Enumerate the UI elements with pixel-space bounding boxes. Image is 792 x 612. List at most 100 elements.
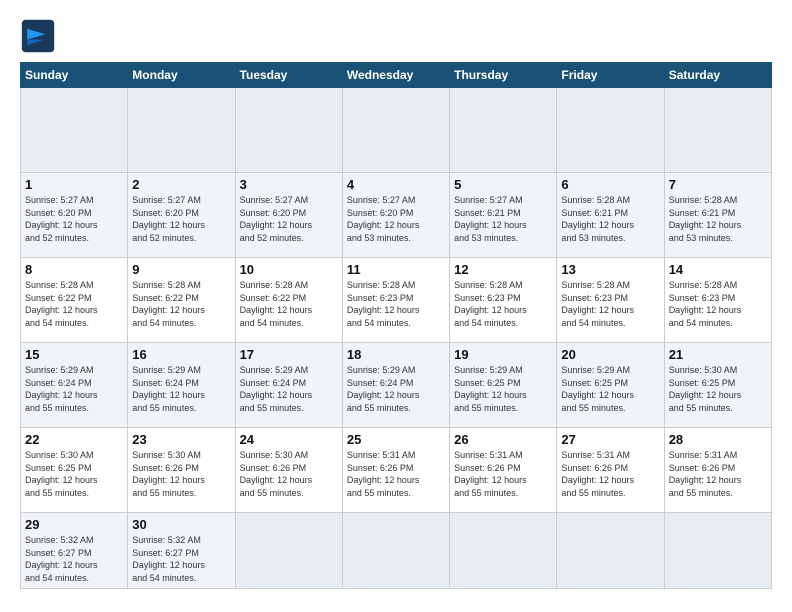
header [20,18,772,54]
day-number: 1 [25,177,123,192]
day-info: Sunrise: 5:28 AM Sunset: 6:22 PM Dayligh… [240,279,338,329]
calendar-week-row [21,88,772,173]
empty-cell [128,88,235,173]
calendar-day-cell: 10Sunrise: 5:28 AM Sunset: 6:22 PM Dayli… [235,258,342,343]
day-info: Sunrise: 5:27 AM Sunset: 6:20 PM Dayligh… [132,194,230,244]
calendar-day-cell: 23 Sunrise: 5:30 AM Sunset: 6:26 PM Dayli… [128,428,235,513]
day-info: Sunrise: 5:31 AM Sunset: 6:26 PM Dayligh… [347,449,445,499]
day-number: 8 [25,262,123,277]
day-number: 26 [454,432,552,447]
empty-cell [342,88,449,173]
empty-cell [450,513,557,589]
day-number: 15 [25,347,123,362]
weekday-header-sunday: Sunday [21,63,128,88]
day-info: Sunrise: 5:30 AM Sunset: 6:26 PM Dayligh… [132,449,230,499]
calendar-day-cell: 21 Sunrise: 5:30 AM Sunset: 6:25 PM Dayli… [664,343,771,428]
empty-cell [235,88,342,173]
empty-cell [664,88,771,173]
day-info: Sunrise: 5:31 AM Sunset: 6:26 PM Dayligh… [454,449,552,499]
empty-cell [21,88,128,173]
calendar-day-cell: 29Sunrise: 5:32 AM Sunset: 6:27 PM Dayli… [21,513,128,589]
logo [20,18,60,54]
empty-cell [342,513,449,589]
calendar-day-cell: 24 Sunrise: 5:30 AM Sunset: 6:26 PM Dayli… [235,428,342,513]
calendar-day-cell: 27Sunrise: 5:31 AM Sunset: 6:26 PM Dayli… [557,428,664,513]
calendar-day-cell: 20 Sunrise: 5:29 AM Sunset: 6:25 PM Dayli… [557,343,664,428]
day-info: Sunrise: 5:29 AM Sunset: 6:25 PM Dayligh… [561,364,659,414]
day-info: Sunrise: 5:29 AM Sunset: 6:24 PM Dayligh… [240,364,338,414]
day-info: Sunrise: 5:28 AM Sunset: 6:21 PM Dayligh… [561,194,659,244]
day-number: 17 [240,347,338,362]
calendar-day-cell: 18 Sunrise: 5:29 AM Sunset: 6:24 PM Dayli… [342,343,449,428]
calendar-day-cell: 28Sunrise: 5:31 AM Sunset: 6:26 PM Dayli… [664,428,771,513]
day-number: 14 [669,262,767,277]
calendar-day-cell: 9 Sunrise: 5:28 AM Sunset: 6:22 PM Daylig… [128,258,235,343]
calendar-day-cell: 8Sunrise: 5:28 AM Sunset: 6:22 PM Daylig… [21,258,128,343]
day-number: 28 [669,432,767,447]
calendar-day-cell: 26 Sunrise: 5:31 AM Sunset: 6:26 PM Dayli… [450,428,557,513]
calendar-header-row: SundayMondayTuesdayWednesdayThursdayFrid… [21,63,772,88]
calendar-day-cell: 15Sunrise: 5:29 AM Sunset: 6:24 PM Dayli… [21,343,128,428]
calendar-day-cell: 7Sunrise: 5:28 AM Sunset: 6:21 PM Daylig… [664,173,771,258]
day-info: Sunrise: 5:27 AM Sunset: 6:20 PM Dayligh… [240,194,338,244]
day-number: 18 [347,347,445,362]
empty-cell [450,88,557,173]
day-info: Sunrise: 5:27 AM Sunset: 6:20 PM Dayligh… [347,194,445,244]
calendar-day-cell: 13 Sunrise: 5:28 AM Sunset: 6:23 PM Dayli… [557,258,664,343]
calendar-day-cell: 14 Sunrise: 5:28 AM Sunset: 6:23 PM Dayli… [664,258,771,343]
calendar-week-row: 8 Sunrise: 5:28 AM Sunset: 6:22 PM Daylig… [21,258,772,343]
day-info: Sunrise: 5:29 AM Sunset: 6:24 PM Dayligh… [347,364,445,414]
calendar-day-cell: 22 Sunrise: 5:30 AM Sunset: 6:25 PM Dayli… [21,428,128,513]
empty-cell [235,513,342,589]
day-info: Sunrise: 5:28 AM Sunset: 6:21 PM Dayligh… [669,194,767,244]
day-info: Sunrise: 5:28 AM Sunset: 6:23 PM Dayligh… [454,279,552,329]
calendar-day-cell: 17 Sunrise: 5:29 AM Sunset: 6:24 PM Dayli… [235,343,342,428]
day-number: 25 [347,432,445,447]
day-info: Sunrise: 5:27 AM Sunset: 6:21 PM Dayligh… [454,194,552,244]
day-info: Sunrise: 5:30 AM Sunset: 6:25 PM Dayligh… [25,449,123,499]
day-number: 22 [25,432,123,447]
empty-cell [664,513,771,589]
empty-cell [557,88,664,173]
day-number: 27 [561,432,659,447]
day-info: Sunrise: 5:32 AM Sunset: 6:27 PM Dayligh… [132,534,230,584]
day-number: 20 [561,347,659,362]
day-number: 16 [132,347,230,362]
day-info: Sunrise: 5:30 AM Sunset: 6:26 PM Dayligh… [240,449,338,499]
day-number: 13 [561,262,659,277]
day-number: 6 [561,177,659,192]
page: SundayMondayTuesdayWednesdayThursdayFrid… [0,0,792,612]
weekday-header-tuesday: Tuesday [235,63,342,88]
day-info: Sunrise: 5:29 AM Sunset: 6:24 PM Dayligh… [132,364,230,414]
day-info: Sunrise: 5:32 AM Sunset: 6:27 PM Dayligh… [25,534,123,584]
weekday-header-monday: Monday [128,63,235,88]
calendar-day-cell: 3 Sunrise: 5:27 AM Sunset: 6:20 PM Daylig… [235,173,342,258]
day-info: Sunrise: 5:29 AM Sunset: 6:25 PM Dayligh… [454,364,552,414]
empty-cell [557,513,664,589]
day-number: 3 [240,177,338,192]
day-number: 23 [132,432,230,447]
calendar-day-cell: 6 Sunrise: 5:28 AM Sunset: 6:21 PM Daylig… [557,173,664,258]
weekday-header-thursday: Thursday [450,63,557,88]
day-number: 11 [347,262,445,277]
logo-icon [20,18,56,54]
calendar-day-cell: 12 Sunrise: 5:28 AM Sunset: 6:23 PM Dayli… [450,258,557,343]
calendar-day-cell: 5Sunrise: 5:27 AM Sunset: 6:21 PM Daylig… [450,173,557,258]
calendar-week-row: 22 Sunrise: 5:30 AM Sunset: 6:25 PM Dayli… [21,428,772,513]
calendar-week-row: 29Sunrise: 5:32 AM Sunset: 6:27 PM Dayli… [21,513,772,589]
calendar-week-row: 15 Sunrise: 5:29 AM Sunset: 6:24 PM Dayli… [21,343,772,428]
day-number: 21 [669,347,767,362]
day-number: 12 [454,262,552,277]
day-info: Sunrise: 5:28 AM Sunset: 6:23 PM Dayligh… [347,279,445,329]
day-info: Sunrise: 5:28 AM Sunset: 6:23 PM Dayligh… [561,279,659,329]
day-number: 24 [240,432,338,447]
day-number: 9 [132,262,230,277]
day-info: Sunrise: 5:28 AM Sunset: 6:23 PM Dayligh… [669,279,767,329]
day-number: 4 [347,177,445,192]
weekday-header-wednesday: Wednesday [342,63,449,88]
day-info: Sunrise: 5:28 AM Sunset: 6:22 PM Dayligh… [132,279,230,329]
calendar: SundayMondayTuesdayWednesdayThursdayFrid… [20,62,772,589]
day-info: Sunrise: 5:30 AM Sunset: 6:25 PM Dayligh… [669,364,767,414]
calendar-day-cell: 16 Sunrise: 5:29 AM Sunset: 6:24 PM Dayli… [128,343,235,428]
day-number: 19 [454,347,552,362]
